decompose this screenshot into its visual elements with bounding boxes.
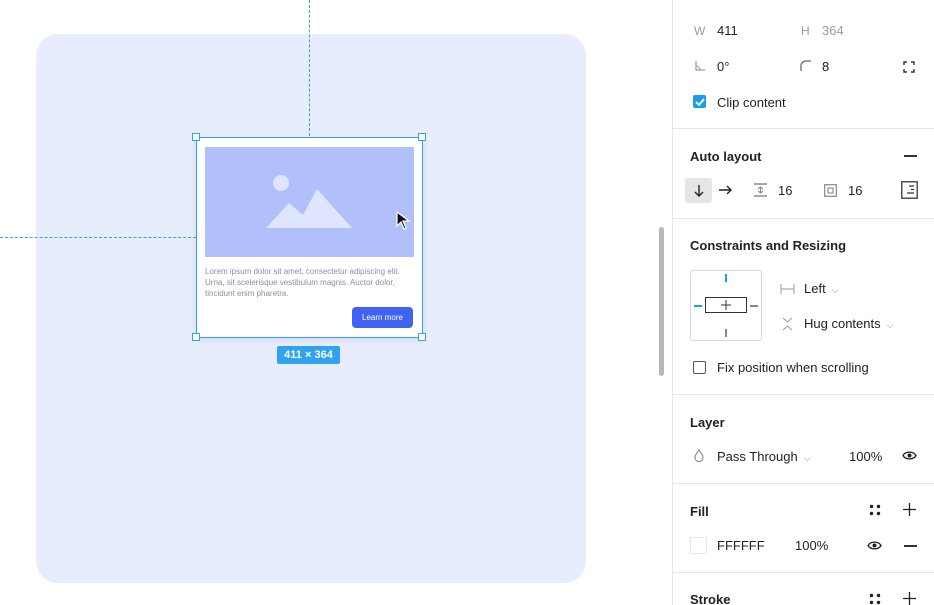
fill-color-swatch[interactable] <box>690 537 707 554</box>
blend-mode-drop-icon <box>694 449 704 462</box>
resize-handle-bottom-left[interactable] <box>192 333 200 341</box>
independent-corners-icon[interactable] <box>903 61 915 73</box>
selected-card-frame[interactable]: Lorem ipsum dolor sit amet, consectetur … <box>196 138 423 338</box>
vertical-spacing-guide <box>309 0 310 136</box>
h-label: H <box>801 24 810 38</box>
arrow-down-icon <box>694 184 703 197</box>
width-input[interactable]: 411 <box>717 23 738 38</box>
corner-radius-input[interactable]: 8 <box>822 59 829 74</box>
x-field-clipped <box>697 0 717 2</box>
constraint-top-marker[interactable] <box>725 274 727 282</box>
resize-handle-bottom-right[interactable] <box>418 333 426 341</box>
rotation-icon <box>695 61 705 71</box>
y-field-clipped <box>801 0 851 2</box>
resize-handle-top-left[interactable] <box>192 133 200 141</box>
padding-input[interactable]: 16 <box>848 183 862 198</box>
clip-content-label: Clip content <box>717 95 786 110</box>
arrow-right-icon[interactable] <box>719 185 732 195</box>
horizontal-constraint-icon <box>780 284 795 294</box>
constraint-bottom-marker[interactable] <box>725 329 727 337</box>
corner-radius-icon <box>800 60 811 71</box>
learn-more-button[interactable]: Learn more <box>352 307 413 328</box>
layer-title: Layer <box>690 415 725 430</box>
canvas-scrollbar[interactable] <box>659 227 664 376</box>
plus-icon <box>721 300 731 310</box>
constraint-left-marker[interactable] <box>694 304 702 307</box>
item-spacing-input[interactable]: 16 <box>778 183 792 198</box>
resize-handle-top-right[interactable] <box>418 133 426 141</box>
styles-grid-icon[interactable] <box>869 504 881 516</box>
padding-icon <box>824 184 837 197</box>
card-body-text: Lorem ipsum dolor sit amet, consectetur … <box>205 267 400 298</box>
fix-position-checkbox[interactable] <box>693 361 706 374</box>
fill-opacity-input[interactable]: 100% <box>795 538 828 553</box>
item-spacing-icon <box>754 183 767 197</box>
height-input[interactable]: 364 <box>822 23 844 38</box>
constraint-widget[interactable] <box>690 270 762 341</box>
properties-panel: W 411 H 364 0° 8 Clip content Auto layou… <box>673 0 934 605</box>
horizontal-constraint-value: Left <box>804 281 826 296</box>
fill-hex-input[interactable]: FFFFFF <box>717 538 765 553</box>
chevron-down-icon: ⌵ <box>803 453 811 463</box>
constraint-center-box[interactable] <box>705 297 747 313</box>
vertical-resizing-value: Hug contents <box>804 316 881 331</box>
remove-fill-icon[interactable] <box>904 545 917 547</box>
vertical-resizing-icon <box>782 317 793 331</box>
section-divider <box>673 483 934 484</box>
alignment-settings-icon[interactable] <box>901 181 918 199</box>
chevron-down-icon: ⌵ <box>886 320 894 330</box>
clip-content-checkbox[interactable] <box>693 95 706 108</box>
eye-icon[interactable] <box>902 450 917 461</box>
layer-opacity-input[interactable]: 100% <box>849 449 882 464</box>
add-stroke-icon[interactable] <box>903 592 916 605</box>
add-fill-icon[interactable] <box>903 503 916 516</box>
mouse-pointer-icon <box>396 211 411 230</box>
direction-vertical-button[interactable] <box>685 178 712 203</box>
auto-layout-title: Auto layout <box>690 149 762 164</box>
size-badge: 411 × 364 <box>277 346 340 364</box>
remove-auto-layout-icon[interactable] <box>904 155 917 157</box>
stroke-title: Stroke <box>690 592 731 605</box>
section-divider <box>673 128 934 129</box>
vertical-resizing-dropdown[interactable]: Hug contents ⌵ <box>804 316 893 331</box>
chevron-down-icon: ⌵ <box>831 285 839 295</box>
constraint-right-marker[interactable] <box>750 305 758 307</box>
blend-mode-dropdown[interactable]: Pass Through ⌵ <box>717 449 811 464</box>
fix-position-label: Fix position when scrolling <box>717 360 869 375</box>
styles-grid-icon[interactable] <box>869 593 881 605</box>
image-placeholder-icon <box>266 175 352 228</box>
w-label: W <box>694 24 706 38</box>
horizontal-spacing-guide <box>0 237 196 238</box>
constraints-title: Constraints and Resizing <box>690 238 847 253</box>
section-divider <box>673 394 934 395</box>
image-placeholder[interactable] <box>205 147 414 257</box>
rotation-input[interactable]: 0° <box>717 59 729 74</box>
eye-icon[interactable] <box>867 540 882 551</box>
section-divider <box>673 218 934 219</box>
checkmark-icon <box>694 97 705 106</box>
design-canvas[interactable]: Lorem ipsum dolor sit amet, consectetur … <box>0 0 672 605</box>
section-divider <box>673 572 934 573</box>
horizontal-constraint-dropdown[interactable]: Left ⌵ <box>804 281 839 296</box>
fill-title: Fill <box>690 504 709 519</box>
blend-mode-value: Pass Through <box>717 449 798 464</box>
